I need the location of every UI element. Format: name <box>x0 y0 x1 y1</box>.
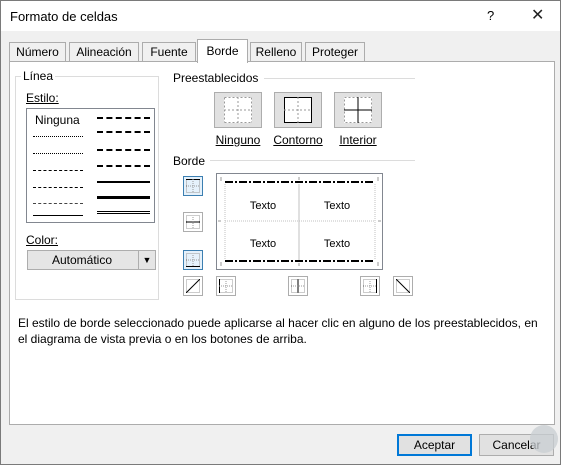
dialog-title: Formato de celdas <box>10 9 118 24</box>
tab-proteger[interactable]: Proteger <box>305 42 365 62</box>
tab-fuente[interactable]: Fuente <box>142 42 196 62</box>
preset-none-icon <box>224 97 252 123</box>
line-style-medium-dash-dot[interactable] <box>97 149 150 151</box>
preset-outline-button[interactable] <box>274 92 322 128</box>
line-style-none[interactable]: Ninguna <box>35 113 80 127</box>
line-style-thick[interactable] <box>97 196 150 199</box>
border-inside-vertical-button[interactable] <box>288 276 308 296</box>
preset-none-label[interactable]: Ninguno <box>212 133 264 147</box>
line-style-dash-dot-dot[interactable] <box>33 170 83 171</box>
presets-separator <box>264 78 415 79</box>
accept-button[interactable]: Aceptar <box>397 434 472 456</box>
preview-cell-text: Texto <box>249 238 277 250</box>
preset-inside-button[interactable] <box>334 92 382 128</box>
border-inside-vertical-icon <box>291 279 305 293</box>
border-title: Borde <box>173 154 206 168</box>
tab-numero[interactable]: Número <box>9 42 66 62</box>
border-left-icon <box>219 279 233 293</box>
description-text: El estilo de borde seleccionado puede ap… <box>18 316 538 346</box>
border-separator <box>210 160 415 161</box>
diagonal-up-icon <box>186 279 200 293</box>
preview-cell-text: Texto <box>323 238 351 250</box>
line-style-dash-dot[interactable] <box>33 187 83 188</box>
preview-cell-text: Texto <box>249 200 277 212</box>
chevron-down-icon[interactable]: ▼ <box>138 251 155 269</box>
border-preview[interactable]: Texto Texto Texto Texto <box>216 173 383 270</box>
border-top-icon <box>186 179 200 193</box>
tab-alineacion[interactable]: Alineación <box>69 42 139 62</box>
border-top-button[interactable] <box>183 176 203 196</box>
color-dropdown[interactable]: Automático ▼ <box>27 250 156 270</box>
border-left-button[interactable] <box>216 276 236 296</box>
preview-cell-text: Texto <box>323 200 351 212</box>
color-value: Automático <box>51 253 113 267</box>
line-style-medium[interactable] <box>97 181 150 183</box>
border-right-button[interactable] <box>360 276 380 296</box>
diagonal-down-icon <box>396 279 410 293</box>
line-style-dotted[interactable] <box>33 153 83 154</box>
style-label: Estilo: <box>26 91 59 105</box>
help-button[interactable]: ? <box>487 8 494 23</box>
border-right-icon <box>363 279 377 293</box>
border-inside-horizontal-icon <box>186 215 200 229</box>
border-bottom-button[interactable] <box>183 250 203 270</box>
preset-inside-label[interactable]: Interior <box>334 133 382 147</box>
preview-grid <box>218 177 381 266</box>
line-style-dashed[interactable] <box>33 203 83 204</box>
color-label: Color: <box>26 233 59 247</box>
border-diagonal-down-button[interactable] <box>393 276 413 296</box>
format-cells-dialog: Formato de celdas ? ✕ Número Alineación … <box>0 0 561 465</box>
watermark-logo <box>530 425 558 453</box>
line-style-double[interactable] <box>97 211 150 214</box>
line-style-thin[interactable] <box>33 215 83 216</box>
preset-none-button[interactable] <box>214 92 262 128</box>
preset-outline-label[interactable]: Contorno <box>270 133 326 147</box>
preset-inside-icon <box>344 97 372 123</box>
borde-panel: Línea Estilo: Ninguna Color: Automático … <box>9 61 555 425</box>
preset-outline-icon <box>284 97 312 123</box>
border-diagonal-up-button[interactable] <box>183 276 203 296</box>
line-style-slanted-dash-dot[interactable] <box>97 131 150 133</box>
tab-relleno[interactable]: Relleno <box>250 42 302 62</box>
line-style-list[interactable]: Ninguna <box>26 108 155 223</box>
line-group-title: Línea <box>21 69 56 83</box>
border-inside-horizontal-button[interactable] <box>183 212 203 232</box>
border-bottom-icon <box>186 253 200 267</box>
presets-title: Preestablecidos <box>173 71 259 85</box>
line-style-medium-dash-dot-dot[interactable] <box>97 117 150 119</box>
line-style-medium-dashed[interactable] <box>97 165 150 167</box>
close-icon[interactable]: ✕ <box>531 5 544 25</box>
tab-borde[interactable]: Borde <box>197 39 248 63</box>
line-style-hair[interactable] <box>33 136 83 137</box>
title-bar: Formato de celdas ? ✕ <box>1 1 560 31</box>
